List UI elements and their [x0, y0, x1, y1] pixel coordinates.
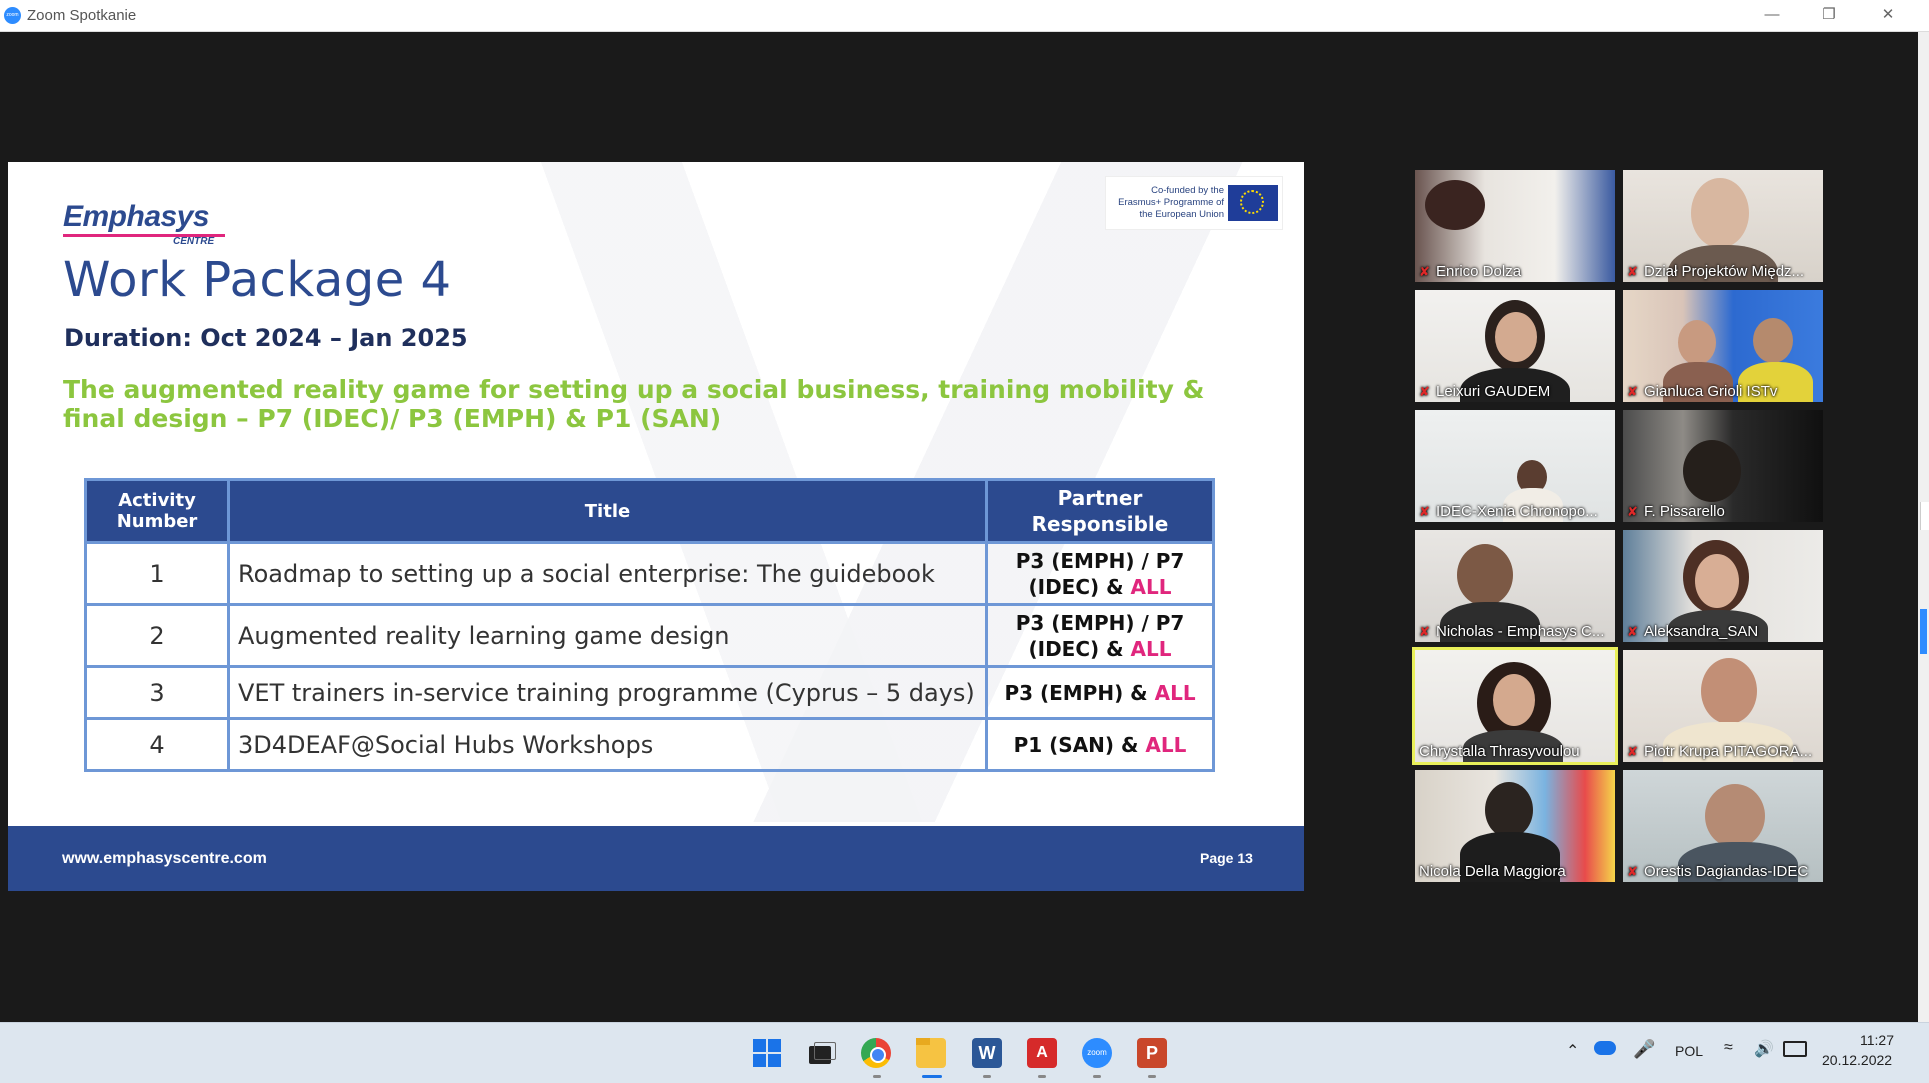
- scrollbar[interactable]: [1918, 32, 1929, 1022]
- clock-date[interactable]: 20.12.2022: [1822, 1052, 1892, 1068]
- muted-mic-icon: ✘: [1627, 624, 1638, 639]
- eu-cofunded-badge: Co-funded by the Erasmus+ Programme of t…: [1105, 176, 1283, 230]
- page-number: Page 13: [1200, 850, 1253, 866]
- slide-title: Work Package 4: [63, 252, 452, 308]
- muted-mic-icon: ✘: [1627, 864, 1638, 879]
- zoom-icon[interactable]: zoom: [1082, 1038, 1112, 1068]
- muted-mic-icon: ✘: [1627, 384, 1638, 399]
- onedrive-icon[interactable]: [1594, 1041, 1616, 1055]
- slide-subtitle: The augmented reality game for setting u…: [63, 375, 1205, 433]
- table-header-row: Activity Number Title Partner Responsibl…: [84, 478, 1215, 544]
- participant-tile[interactable]: ✘ F. Pissarello: [1623, 410, 1823, 522]
- table-row: 1 Roadmap to setting up a social enterpr…: [84, 541, 1215, 606]
- window-title: Zoom Spotkanie: [27, 7, 137, 24]
- participant-tile[interactable]: ✘ IDEC-Xenia Chronopo...: [1415, 410, 1615, 522]
- task-view-icon[interactable]: [806, 1038, 836, 1068]
- microphone-icon[interactable]: 🎤: [1633, 1039, 1655, 1060]
- participant-tile[interactable]: ✘ Gianluca Grioli ISTv: [1623, 290, 1823, 402]
- footer-url: www.emphasyscentre.com: [62, 850, 267, 867]
- restore-button[interactable]: ❐: [1814, 4, 1844, 26]
- participant-tile[interactable]: ✘ Orestis Dagiandas-IDEC: [1623, 770, 1823, 882]
- participant-tile[interactable]: ✘ Aleksandra_SAN: [1623, 530, 1823, 642]
- muted-mic-icon: ✘: [1419, 264, 1430, 279]
- muted-mic-icon: ✘: [1419, 624, 1430, 639]
- participant-tile[interactable]: ✘ Piotr Krupa PITAGORA...: [1623, 650, 1823, 762]
- acrobat-icon[interactable]: A: [1027, 1038, 1057, 1068]
- powerpoint-icon[interactable]: P: [1137, 1038, 1167, 1068]
- shared-screen-slide: Emphasys CENTRE Co-funded by the Erasmus…: [8, 162, 1304, 891]
- minimize-button[interactable]: —: [1757, 4, 1787, 26]
- participant-tile[interactable]: Nicola Della Maggiora: [1415, 770, 1615, 882]
- slide-duration: Duration: Oct 2024 – Jan 2025: [64, 324, 468, 352]
- battery-icon[interactable]: [1783, 1041, 1807, 1057]
- table-row: 2 Augmented reality learning game design…: [84, 603, 1215, 668]
- table-row: 4 3D4DEAF@Social Hubs Workshops P1 (SAN)…: [84, 717, 1215, 772]
- clock-time[interactable]: 11:27: [1860, 1032, 1894, 1048]
- zoom-app-icon: zoom: [4, 7, 21, 24]
- windows-taskbar: W A zoom P ⌃ 🎤 POL ≈ 🔊 11:27 20.12.2022: [0, 1022, 1929, 1083]
- participant-tile[interactable]: ✘ Dział Projektów Międz...: [1623, 170, 1823, 282]
- participant-tile[interactable]: ✘ Enrico Dolza: [1415, 170, 1615, 282]
- activities-table: Activity Number Title Partner Responsibl…: [84, 478, 1215, 772]
- table-header: Activity Number: [84, 478, 230, 544]
- volume-icon[interactable]: 🔊: [1754, 1039, 1774, 1059]
- eu-flag-icon: [1228, 185, 1278, 221]
- muted-mic-icon: ✘: [1419, 384, 1430, 399]
- chevron-up-icon[interactable]: ⌃: [1566, 1041, 1579, 1061]
- muted-mic-icon: ✘: [1627, 264, 1638, 279]
- participant-tile-speaking[interactable]: Chrystalla Thrasyvoulou: [1412, 647, 1618, 765]
- start-icon[interactable]: [752, 1038, 782, 1068]
- wifi-icon[interactable]: ≈: [1724, 1039, 1733, 1057]
- scrollbar-thumb[interactable]: [1920, 609, 1927, 654]
- participant-tile[interactable]: ✘ Nicholas - Emphasys C...: [1415, 530, 1615, 642]
- muted-mic-icon: ✘: [1627, 744, 1638, 759]
- chrome-icon[interactable]: [861, 1038, 891, 1068]
- slide-footer: www.emphasyscentre.com Page 13: [8, 826, 1304, 891]
- emphasys-logo: Emphasys CENTRE: [63, 200, 225, 247]
- muted-mic-icon: ✘: [1627, 504, 1638, 519]
- table-header: Title: [227, 478, 988, 544]
- word-icon[interactable]: W: [972, 1038, 1002, 1068]
- language-indicator[interactable]: POL: [1675, 1043, 1703, 1059]
- muted-mic-icon: ✘: [1419, 504, 1430, 519]
- file-explorer-icon[interactable]: [916, 1038, 946, 1068]
- participant-tile[interactable]: ✘ Leixuri GAUDEM: [1415, 290, 1615, 402]
- table-row: 3 VET trainers in-service training progr…: [84, 665, 1215, 720]
- window-titlebar: zoom Zoom Spotkanie — ❐ ✕: [0, 0, 1929, 32]
- table-header: Partner Responsible: [985, 478, 1215, 544]
- close-button[interactable]: ✕: [1873, 4, 1903, 26]
